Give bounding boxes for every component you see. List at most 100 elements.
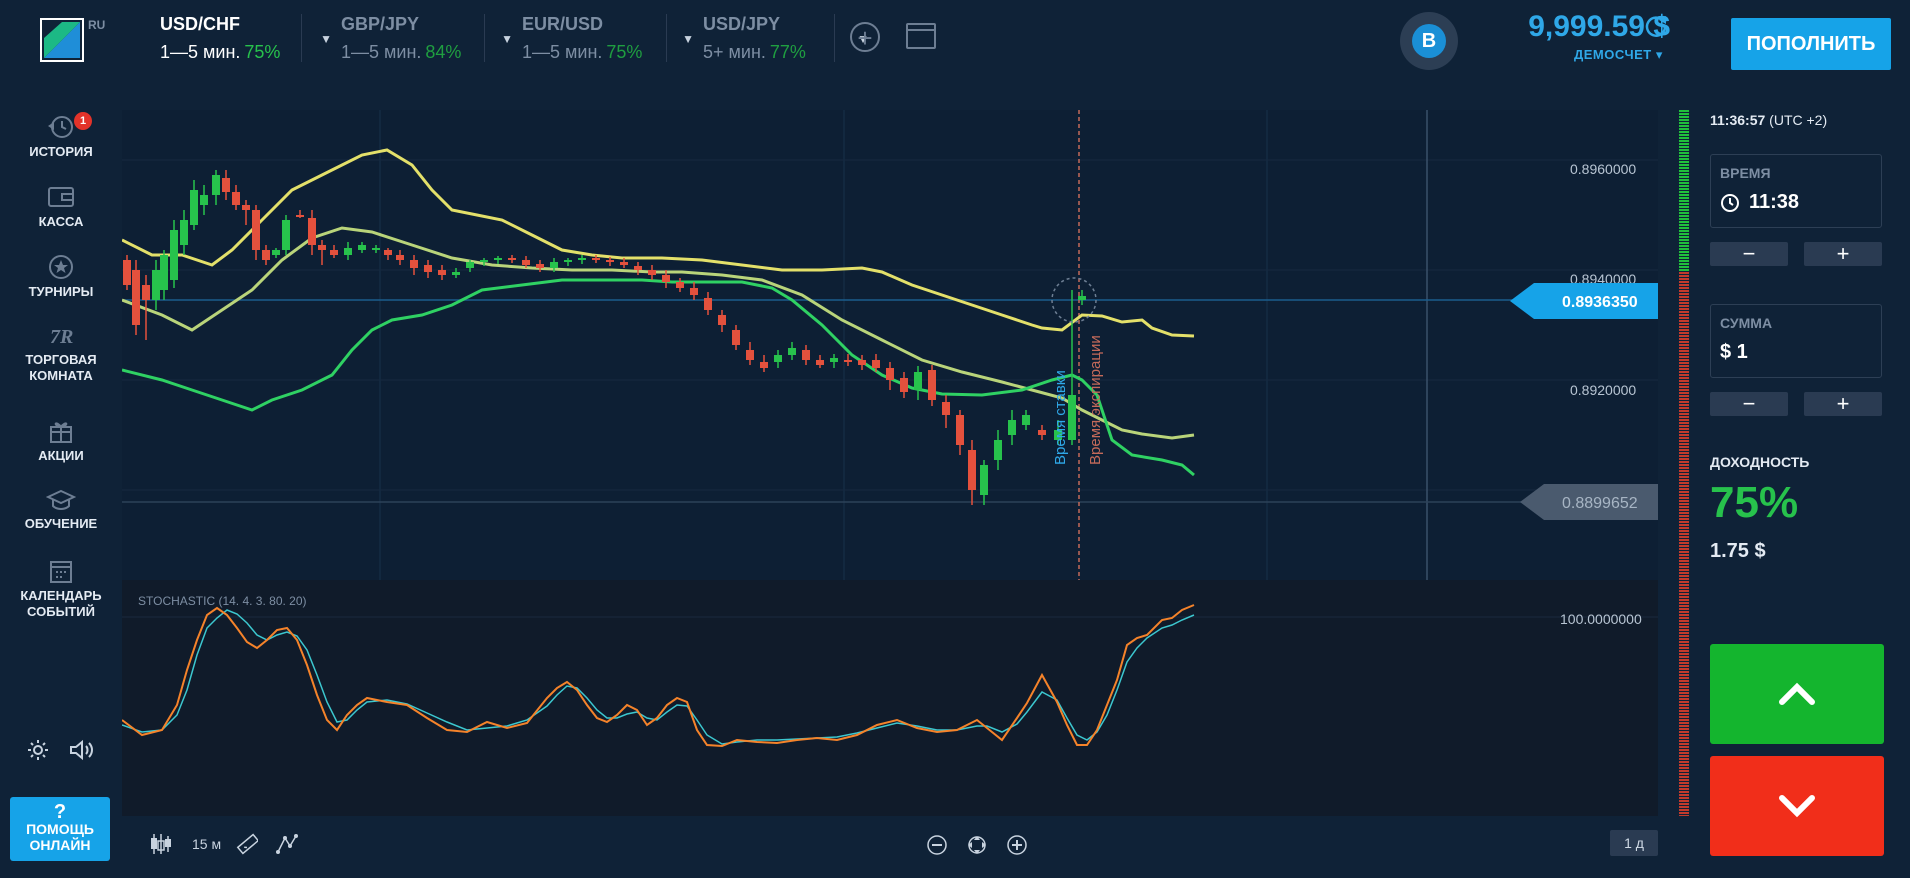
asset-duration: 1—5 мин. <box>522 42 603 62</box>
sidebar-item-history[interactable]: ИСТОРИЯ <box>0 114 122 160</box>
candles-icon[interactable] <box>150 832 172 856</box>
scale-tick <box>1679 389 1689 391</box>
ruler-icon[interactable] <box>236 832 258 856</box>
scale-tick <box>1679 197 1689 199</box>
avatar[interactable]: B <box>1400 12 1458 70</box>
candle-up <box>994 440 1002 460</box>
logo-mark-icon <box>40 18 84 62</box>
candle-up <box>212 175 220 195</box>
scale-tick <box>1679 377 1689 379</box>
fit-chart-icon[interactable] <box>966 834 988 856</box>
scale-tick <box>1679 158 1689 160</box>
candle-up <box>358 245 366 250</box>
expiry-time-field[interactable]: ВРЕМЯ 11:38 <box>1710 154 1882 228</box>
add-asset-button[interactable]: + <box>850 22 880 52</box>
candle-up <box>914 372 922 390</box>
amount-decrease-button[interactable]: − <box>1710 392 1788 416</box>
sidebar-item-promotions[interactable]: АКЦИИ <box>0 418 122 464</box>
sound-icon[interactable] <box>68 738 94 762</box>
scale-tick <box>1679 509 1689 511</box>
scale-tick <box>1679 812 1689 814</box>
scale-tick <box>1679 248 1689 250</box>
scale-tick <box>1679 614 1689 616</box>
asset-tab-eurusd[interactable]: EUR/USD 1—5 мин. 75% ▼ <box>522 14 702 70</box>
account-selector[interactable]: ДЕМОСЧЕТ ▾ <box>1574 47 1663 63</box>
refresh-icon[interactable] <box>1642 12 1670 40</box>
scale-tick <box>1679 320 1689 322</box>
sidebar-item-events-calendar[interactable]: КАЛЕНДАРЬ СОБЫТИЙ <box>0 558 122 620</box>
scale-tick <box>1679 269 1689 271</box>
call-up-button[interactable] <box>1710 644 1884 744</box>
amount-field[interactable]: СУММА $ 1 <box>1710 304 1882 378</box>
server-clock: 11:36:57 (UTC +2) <box>1710 112 1827 128</box>
candle-down <box>384 250 392 255</box>
sidebar-item-trading-room[interactable]: 7R ТОРГОВАЯ КОМНАТА <box>0 322 122 384</box>
scale-tick <box>1679 638 1689 640</box>
put-down-button[interactable] <box>1710 756 1884 856</box>
sidebar-item-education[interactable]: ОБУЧЕНИЕ <box>0 486 122 532</box>
candle-down <box>872 360 880 368</box>
candle-down <box>746 350 754 360</box>
candle-down <box>928 370 936 400</box>
scale-tick <box>1679 236 1689 238</box>
amount-increase-button[interactable]: + <box>1804 392 1882 416</box>
sidebar-item-cashier[interactable]: КАССА <box>0 184 122 230</box>
time-decrease-button[interactable]: − <box>1710 242 1788 266</box>
chart-layout-icon[interactable] <box>906 23 936 49</box>
price-flag: 0.8936350 <box>1510 283 1658 319</box>
price-flag: 0.8899652 <box>1520 484 1658 520</box>
sidebar-item-tournaments[interactable]: ТУРНИРЫ <box>0 254 122 300</box>
candle-up <box>1008 420 1016 435</box>
zoom-out-icon[interactable] <box>926 834 948 856</box>
sidebar-item-label: ОБУЧЕНИЕ <box>24 516 98 531</box>
candle-down <box>718 315 726 325</box>
scale-tick <box>1679 179 1689 181</box>
asset-tab-usdchf[interactable]: USD/CHF 1—5 мин. 75% ▼ <box>160 14 340 70</box>
scale-tick <box>1679 671 1689 673</box>
scale-tick <box>1679 572 1689 574</box>
timeframe-selector[interactable]: 15 м <box>192 836 221 860</box>
candle-up <box>200 195 208 205</box>
oscillator-canvas[interactable] <box>121 580 1658 816</box>
chevron-down-icon[interactable]: ▼ <box>501 32 513 46</box>
asset-payout: 84% <box>425 42 462 62</box>
svg-text:7R: 7R <box>50 326 73 348</box>
scale-tick <box>1679 386 1689 388</box>
chevron-down-icon[interactable]: ▼ <box>320 32 332 46</box>
scale-tick <box>1679 311 1689 313</box>
scale-tick <box>1679 518 1689 520</box>
time-increase-button[interactable]: + <box>1804 242 1882 266</box>
scale-tick <box>1679 422 1689 424</box>
help-online-button[interactable]: ? ПОМОЩЬ ОНЛАЙН <box>10 797 110 861</box>
scale-tick <box>1679 791 1689 793</box>
scale-tick <box>1679 380 1689 382</box>
scale-tick <box>1679 239 1689 241</box>
candle-up <box>190 190 198 225</box>
scale-tick <box>1679 152 1689 154</box>
price-chart[interactable]: Время ставки Время экспирации <box>121 110 1658 580</box>
graduation-cap-icon <box>46 489 76 510</box>
asset-payout: 77% <box>769 42 806 62</box>
scale-tick <box>1679 344 1689 346</box>
scale-tick <box>1679 674 1689 676</box>
zoom-in-icon[interactable] <box>1006 834 1028 856</box>
candle-down <box>968 450 976 490</box>
drawing-tools-icon[interactable] <box>276 832 298 856</box>
scale-tick <box>1679 263 1689 265</box>
chevron-down-icon[interactable]: ▼ <box>682 32 694 46</box>
candle-up <box>830 358 838 362</box>
asset-tab-gbpjpy[interactable]: GBP/JPY 1—5 мин. 84% ▼ <box>341 14 521 70</box>
logo[interactable]: RU <box>40 18 105 62</box>
scale-tick <box>1679 677 1689 679</box>
chart-canvas[interactable]: Время ставки Время экспирации <box>121 110 1658 580</box>
chevron-down-icon: ▾ <box>1655 47 1663 62</box>
scale-tick <box>1679 746 1689 748</box>
deposit-button[interactable]: ПОПОЛНИТЬ <box>1731 18 1891 70</box>
payout-amount: 1.75 $ <box>1710 540 1766 562</box>
candle-down <box>424 265 432 272</box>
scale-tick <box>1679 470 1689 472</box>
clock-icon <box>1721 194 1739 212</box>
gear-icon[interactable] <box>26 738 50 762</box>
stochastic-panel[interactable] <box>121 580 1658 816</box>
period-button[interactable]: 1 д <box>1610 830 1658 856</box>
